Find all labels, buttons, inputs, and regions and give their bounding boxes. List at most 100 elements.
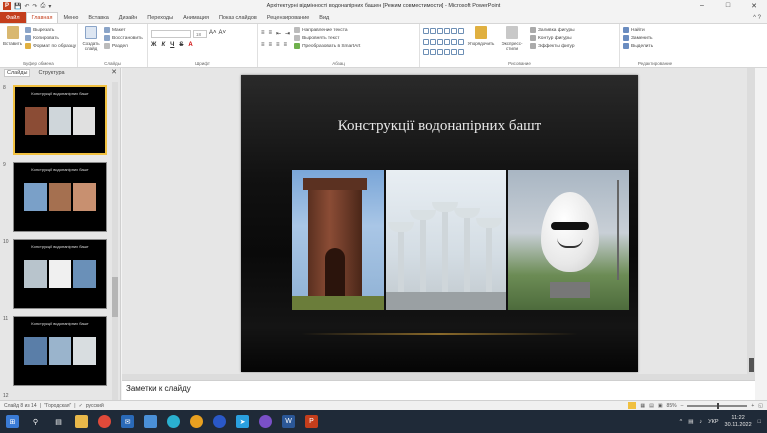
- shape-icon[interactable]: [423, 38, 429, 45]
- yandex-browser-icon[interactable]: [190, 415, 203, 428]
- shape-effects-button[interactable]: Эффекты фигур: [530, 42, 575, 50]
- shape-icon[interactable]: [444, 49, 450, 56]
- undo-icon[interactable]: ↶: [24, 3, 29, 10]
- font-color-icon[interactable]: A: [188, 42, 192, 48]
- find-button[interactable]: Найти: [623, 26, 687, 34]
- shape-icon[interactable]: [458, 38, 464, 45]
- tab-transitions[interactable]: Переходы: [142, 12, 178, 23]
- task-view-icon[interactable]: ▤: [52, 415, 65, 428]
- numbering-icon[interactable]: ≡: [269, 30, 273, 37]
- language[interactable]: русский: [86, 403, 104, 409]
- scrollbar-thumb[interactable]: [112, 277, 118, 317]
- shape-fill-button[interactable]: Заливка фигуры: [530, 26, 575, 34]
- shape-icon[interactable]: [437, 38, 443, 45]
- maximize-button[interactable]: □: [715, 2, 741, 10]
- shape-icon[interactable]: [437, 49, 443, 56]
- close-button[interactable]: ✕: [741, 2, 767, 10]
- zoom-in-icon[interactable]: +: [751, 403, 754, 409]
- section-button[interactable]: Раздел: [104, 42, 143, 50]
- normal-view-icon[interactable]: [628, 402, 637, 409]
- close-pane-icon[interactable]: ✕: [111, 68, 117, 76]
- bullets-icon[interactable]: ≡: [261, 30, 265, 37]
- spellcheck-icon[interactable]: ✓: [79, 403, 83, 409]
- zoom-level[interactable]: 85%: [667, 403, 677, 409]
- tab-slides[interactable]: Слайды: [4, 69, 31, 77]
- font-name-box[interactable]: [151, 30, 191, 38]
- chrome-icon[interactable]: [98, 415, 111, 428]
- shrink-font-icon[interactable]: A˅: [219, 30, 227, 38]
- concrete-towers-photo[interactable]: [386, 170, 506, 310]
- new-slide-button[interactable]: Создать слайд: [81, 26, 101, 59]
- store-icon[interactable]: [144, 415, 157, 428]
- fit-slide-icon[interactable]: ◱: [758, 403, 763, 409]
- file-explorer-icon[interactable]: [75, 415, 88, 428]
- help-controls[interactable]: ^ ?: [753, 15, 767, 21]
- align-left-icon[interactable]: ≡: [261, 42, 265, 48]
- shape-icon[interactable]: [423, 49, 429, 56]
- brick-tower-photo[interactable]: [292, 170, 384, 310]
- tab-design[interactable]: Дизайн: [114, 12, 143, 23]
- tab-menu[interactable]: Меню: [58, 12, 83, 23]
- tab-insert[interactable]: Вставка: [83, 12, 113, 23]
- tray-overflow-icon[interactable]: ^: [680, 419, 683, 425]
- shape-icon[interactable]: [458, 28, 464, 34]
- copy-button[interactable]: Копировать: [25, 34, 76, 42]
- slide-thumbnail[interactable]: Конструкції водонапірних башт: [13, 162, 107, 232]
- customize-qat-icon[interactable]: ▾: [48, 3, 51, 10]
- editor-vertical-scrollbar[interactable]: [747, 68, 755, 374]
- cut-button[interactable]: Вырезать: [25, 26, 76, 34]
- network-icon[interactable]: ▤: [688, 419, 693, 425]
- shape-icon[interactable]: [444, 38, 450, 45]
- print-icon[interactable]: ⎙: [41, 3, 46, 10]
- align-right-icon[interactable]: ≡: [276, 42, 280, 48]
- align-center-icon[interactable]: ≡: [269, 42, 273, 48]
- tab-slideshow[interactable]: Показ слайдов: [214, 12, 262, 23]
- text-direction-button[interactable]: Направление текста: [294, 26, 360, 34]
- reading-view-icon[interactable]: ▤: [649, 403, 654, 409]
- format-painter-button[interactable]: Формат по образцу: [25, 42, 76, 50]
- smartart-button[interactable]: Преобразовать в SmartArt: [294, 42, 360, 50]
- tab-home[interactable]: Главная: [25, 12, 59, 23]
- input-language[interactable]: УКР: [708, 419, 718, 425]
- prev-next-slide-buttons[interactable]: [749, 358, 754, 372]
- grow-font-icon[interactable]: A˄: [209, 30, 217, 38]
- tab-view[interactable]: Вид: [314, 12, 334, 23]
- shape-icon[interactable]: [451, 38, 457, 45]
- reset-button[interactable]: Восстановить: [104, 34, 143, 42]
- shape-icon[interactable]: [451, 49, 457, 56]
- shape-icon[interactable]: [430, 49, 436, 56]
- shape-icon[interactable]: [444, 28, 450, 34]
- zoom-out-icon[interactable]: –: [681, 403, 684, 409]
- slide-thumbnail[interactable]: Конструкції водонапірних башт: [13, 316, 107, 386]
- shape-icon[interactable]: [451, 28, 457, 34]
- powerpoint-taskbar-icon[interactable]: P: [305, 415, 318, 428]
- word-icon[interactable]: W: [282, 415, 295, 428]
- notes-pane[interactable]: Заметки к слайду: [122, 380, 755, 400]
- tab-outline[interactable]: Структура: [36, 70, 66, 76]
- viber-icon[interactable]: [259, 415, 272, 428]
- shape-icon[interactable]: [437, 28, 443, 34]
- quick-styles-button[interactable]: Экспресс-стили: [498, 26, 526, 59]
- current-slide[interactable]: Конструкції водонапірних башт: [241, 75, 638, 372]
- slides-pane-scrollbar[interactable]: [112, 82, 118, 400]
- save-icon[interactable]: 💾: [14, 3, 21, 10]
- replace-button[interactable]: Заменить: [623, 34, 687, 42]
- increase-indent-icon[interactable]: ⇥: [285, 30, 290, 37]
- underline-button[interactable]: Ч: [170, 42, 174, 48]
- slide-title[interactable]: Конструкції водонапірних башт: [241, 118, 638, 135]
- slide-thumbnail[interactable]: Конструкції водонапірних башт: [13, 239, 107, 309]
- select-button[interactable]: Выделить: [623, 42, 687, 50]
- italic-button[interactable]: К: [161, 42, 165, 48]
- tab-animations[interactable]: Анимация: [178, 12, 214, 23]
- bold-button[interactable]: Ж: [151, 42, 156, 48]
- zoom-slider[interactable]: [687, 402, 748, 409]
- arrange-button[interactable]: Упорядочить: [468, 26, 494, 59]
- shapes-gallery[interactable]: [423, 28, 464, 59]
- slide-sorter-icon[interactable]: ▦: [640, 403, 645, 409]
- egg-tower-photo[interactable]: [508, 170, 629, 310]
- minimize-button[interactable]: –: [689, 2, 715, 10]
- shape-icon[interactable]: [458, 49, 464, 56]
- shape-outline-button[interactable]: Контур фигуры: [530, 34, 575, 42]
- mail-icon[interactable]: ✉: [121, 415, 134, 428]
- tab-review[interactable]: Рецензирование: [262, 12, 314, 23]
